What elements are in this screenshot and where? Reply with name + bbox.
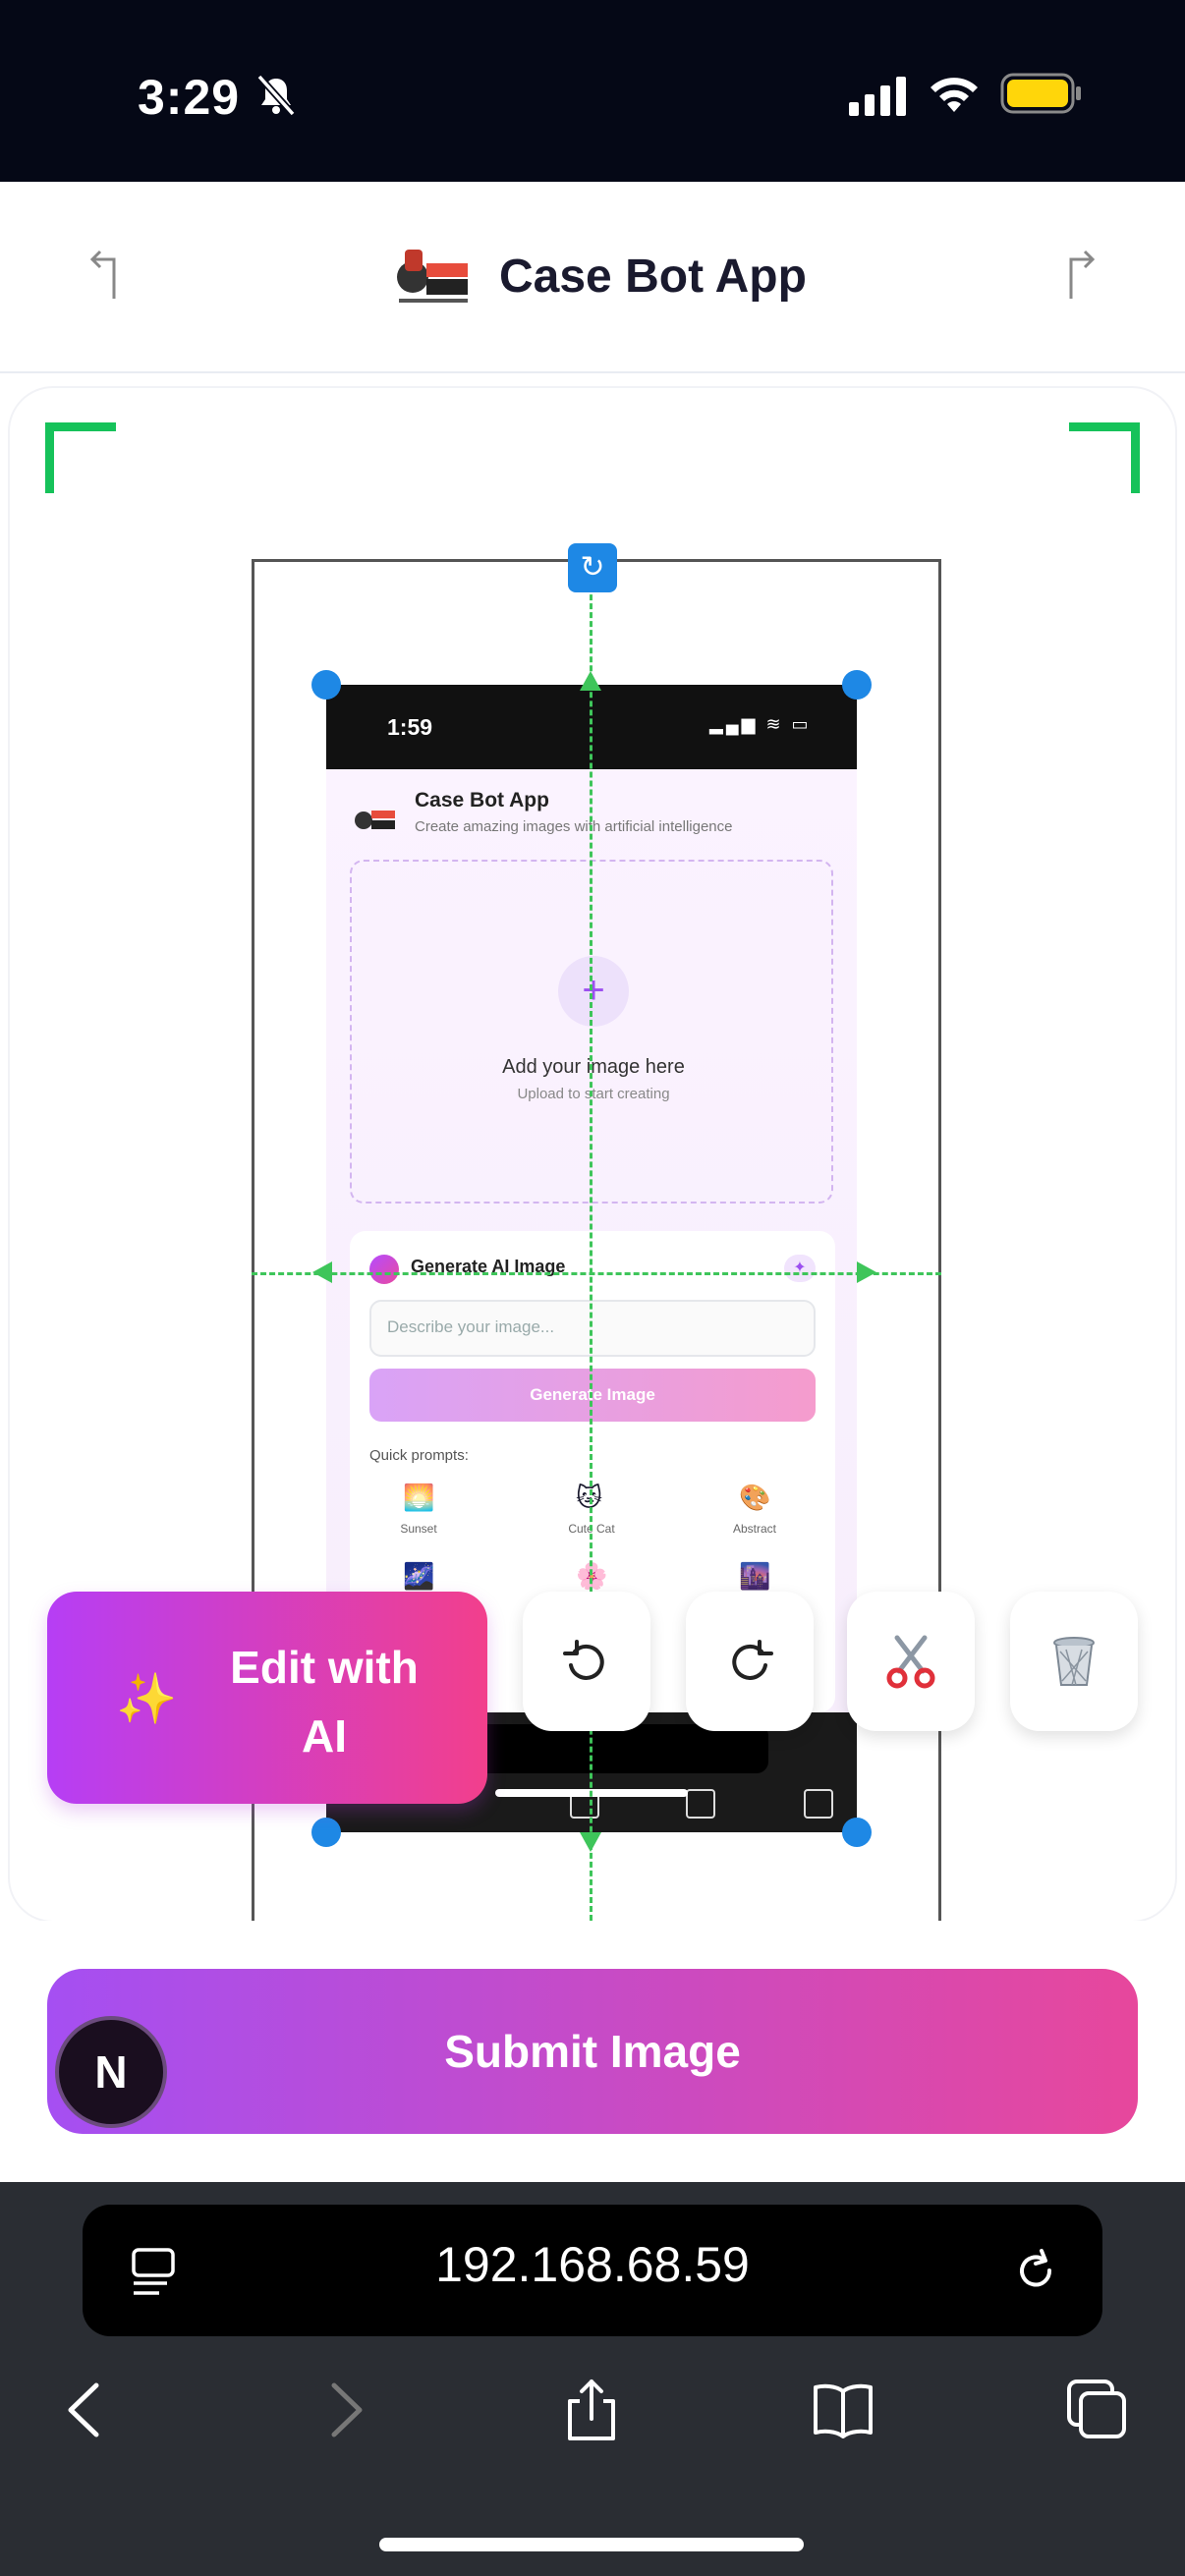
preview-prompt-input: Describe your image... (369, 1300, 816, 1357)
preview-logo (355, 811, 395, 829)
preview-bookmarks-icon (686, 1789, 715, 1819)
quick-prompt-label: Sunset (400, 1522, 437, 1536)
home-indicator (379, 2538, 804, 2551)
preview-dropzone-subtitle: Upload to start creating (517, 1086, 670, 1102)
crop-corner-top-right[interactable] (1069, 422, 1140, 493)
edit-with-ai-label: Edit with AI (230, 1642, 419, 1762)
preview-tabs-icon (804, 1789, 833, 1819)
status-time: 3:29 (138, 70, 241, 125)
cellular-signal-icon (849, 77, 906, 116)
resize-handle-bottom-right[interactable] (842, 1818, 872, 1847)
tabs-icon[interactable] (1065, 2378, 1128, 2442)
scissors-icon (886, 1635, 935, 1689)
dev-badge[interactable]: N (55, 2016, 167, 2128)
bookmarks-icon[interactable] (812, 2378, 875, 2442)
app-title: Case Bot App (499, 251, 807, 303)
delete-button[interactable] (1010, 1592, 1138, 1731)
rotate-left-icon (563, 1640, 604, 1680)
galaxy-emoji: 🌌 (403, 1561, 435, 1591)
bell-slash-icon (256, 74, 296, 117)
sweet-robo-logo (397, 250, 468, 303)
reload-icon[interactable] (1010, 2245, 1061, 2296)
guide-arrow-left-icon (312, 1261, 332, 1283)
preview-quick-prompts-label: Quick prompts: (369, 1447, 469, 1464)
share-icon[interactable] (560, 2378, 623, 2442)
sunset-emoji: 🌅 (403, 1483, 435, 1512)
submit-image-button[interactable]: Submit Image (47, 1969, 1138, 2134)
generate-icon (369, 1255, 399, 1284)
city-emoji: 🌆 (739, 1561, 771, 1591)
quick-prompt-label: Abstract (732, 1522, 776, 1536)
plus-icon: + (558, 956, 629, 1027)
edit-with-ai-button[interactable]: ✨ Edit with AI (47, 1592, 487, 1804)
sparkle-badge-icon: ✦ (784, 1255, 816, 1282)
cut-button[interactable] (847, 1592, 975, 1731)
url-text[interactable]: 192.168.68.59 (0, 2236, 1185, 2293)
wifi-icon (931, 78, 978, 112)
resize-handle-bottom-left[interactable] (311, 1818, 341, 1847)
rotate-handle-icon[interactable]: ↻ (568, 543, 617, 592)
horizontal-center-guide (252, 1272, 941, 1275)
forward-icon[interactable] (312, 2378, 375, 2442)
resize-handle-top-right[interactable] (842, 670, 872, 700)
guide-arrow-right-icon (857, 1261, 876, 1283)
preview-generate-button: Generate Image (369, 1369, 816, 1422)
undo-icon[interactable] (85, 246, 124, 301)
redo-icon[interactable] (1061, 246, 1100, 301)
preview-time: 1:59 (387, 714, 433, 740)
preview-app-subtitle: Create amazing images with artificial in… (415, 818, 733, 835)
status-bar: 3:29 (0, 0, 1185, 182)
preview-dropzone-title: Add your image here (502, 1056, 685, 1078)
rotate-right-button[interactable] (686, 1592, 814, 1731)
back-icon[interactable] (55, 2378, 118, 2442)
palette-emoji: 🎨 (739, 1483, 771, 1512)
sparkles-icon: ✨ (116, 1671, 178, 1726)
guide-arrow-up-icon (580, 671, 601, 691)
guide-arrow-down-icon (580, 1832, 601, 1852)
resize-handle-top-left[interactable] (311, 670, 341, 700)
rotate-left-button[interactable] (523, 1592, 650, 1731)
trash-icon (1053, 1637, 1095, 1686)
rotate-right-icon (732, 1640, 773, 1680)
preview-app-title: Case Bot App (415, 789, 549, 812)
preview-status-icons: ▂▄▆ ≋ ▭ (709, 714, 812, 734)
crop-corner-top-left[interactable] (45, 422, 116, 493)
battery-icon (1000, 73, 1081, 114)
